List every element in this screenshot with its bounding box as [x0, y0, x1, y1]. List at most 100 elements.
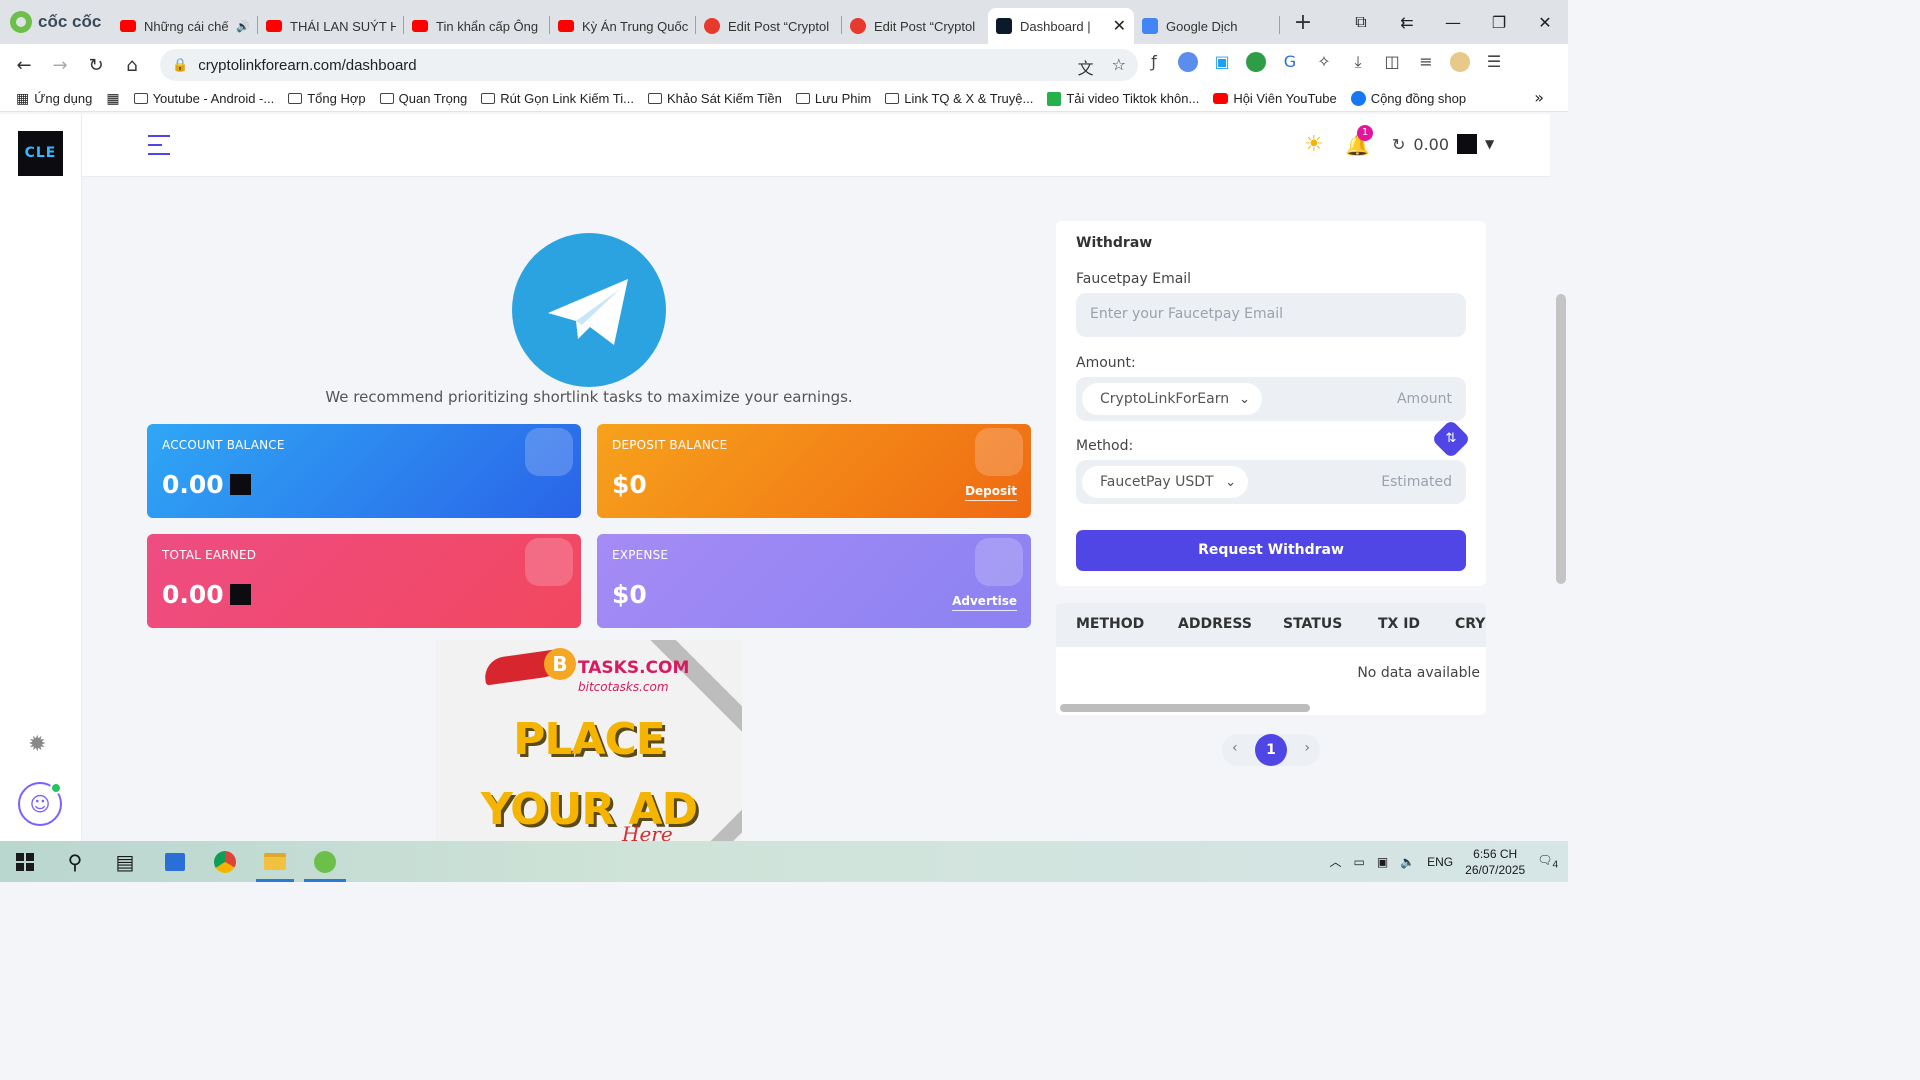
notification-center-icon[interactable]: 🗨4 — [1537, 853, 1558, 870]
tab-6[interactable]: Edit Post “Cryptol — [842, 8, 988, 44]
profile-avatar[interactable] — [1450, 52, 1470, 72]
network-icon[interactable]: ▣ — [1377, 855, 1388, 869]
bell-icon[interactable]: 🔔 1 — [1345, 125, 1373, 157]
deposit-link[interactable]: Deposit — [965, 484, 1017, 501]
bookmark-folder[interactable]: Link TQ & X & Truyệ... — [885, 91, 1033, 106]
refresh-icon[interactable]: ↻ — [1392, 135, 1405, 154]
back-icon[interactable]: ← — [6, 55, 42, 76]
split-view-icon[interactable]: ◫ — [1382, 52, 1402, 72]
folder-icon — [481, 93, 496, 104]
bookmark-tiktok[interactable]: Tải video Tiktok khôn... — [1047, 91, 1199, 106]
battery-icon[interactable]: ▭ — [1353, 855, 1364, 869]
bookmark-folder[interactable]: Rút Gọn Link Kiếm Ti... — [481, 91, 634, 106]
currency-select[interactable]: CryptoLinkForEarn ⌄ — [1082, 383, 1262, 415]
tab-4[interactable]: Kỳ Án Trung Quốc — [550, 8, 696, 44]
search-icon[interactable]: ⚲ — [50, 841, 100, 882]
request-withdraw-button[interactable]: Request Withdraw — [1076, 530, 1466, 571]
bookmark-apps[interactable]: ▦ Ứng dụng — [16, 90, 92, 107]
restore-icon[interactable]: ❐ — [1476, 13, 1522, 32]
media-icon[interactable]: ≡ — [1416, 52, 1436, 72]
extension-icon[interactable]: ▣ — [1212, 52, 1232, 72]
bookmark-folder[interactable]: Youtube - Android -... — [133, 91, 274, 106]
translate-icon[interactable]: 文 — [1078, 55, 1094, 79]
column-header[interactable]: ADDRESS — [1178, 616, 1252, 632]
folder-icon — [647, 93, 662, 104]
minimize-icon[interactable]: — — [1430, 13, 1476, 32]
balance-dropdown[interactable]: ↻ 0.00 ▼ — [1392, 134, 1494, 154]
bookmark-folder[interactable]: Tổng Hợp — [288, 91, 366, 106]
chevron-up-icon[interactable]: ︿ — [1329, 853, 1341, 870]
chevron-down-icon: ⌄ — [1225, 474, 1236, 490]
current-page[interactable]: 1 — [1255, 734, 1287, 766]
bookmark-star-icon[interactable]: ☆ — [1112, 55, 1126, 79]
column-header[interactable]: METHOD — [1076, 616, 1144, 632]
tab-dashboard[interactable]: Dashboard | ✕ — [988, 8, 1134, 44]
next-page-icon[interactable]: › — [1304, 740, 1310, 756]
page-scrollbar[interactable] — [1556, 294, 1566, 584]
site-logo[interactable]: CLE — [18, 131, 63, 176]
volume-icon[interactable]: 🔈 — [1400, 855, 1415, 869]
tab-search-icon[interactable]: ⧉ — [1338, 12, 1384, 32]
ad-banner[interactable]: B TASKS.COM bitcotasks.com PLACE YOUR AD… — [436, 640, 742, 841]
advertise-link[interactable]: Advertise — [952, 594, 1017, 611]
amount-input[interactable]: Amount — [1397, 391, 1452, 407]
hamburger-menu-icon[interactable] — [148, 135, 170, 155]
start-button[interactable] — [0, 841, 50, 882]
extension-icon[interactable] — [1246, 52, 1266, 72]
close-window-icon[interactable]: ✕ — [1522, 13, 1568, 32]
extension-icon[interactable]: ƒ — [1144, 52, 1164, 72]
close-tab-icon[interactable]: ✕ — [1113, 16, 1126, 36]
extension-icon[interactable] — [1178, 52, 1198, 72]
youtube-icon — [558, 20, 574, 32]
history-back-icon[interactable]: ⇇ — [1384, 13, 1430, 32]
extension-icon[interactable]: G — [1280, 52, 1300, 72]
speaker-icon[interactable]: 🔊 — [236, 20, 250, 33]
new-tab-button[interactable]: + — [1288, 10, 1318, 35]
column-header[interactable]: STATUS — [1283, 616, 1342, 632]
tab-3[interactable]: Tin khẩn cấp Ông — [404, 8, 550, 44]
ad-headline-line1: PLACE — [513, 714, 666, 765]
puzzle-icon[interactable]: ✧ — [1314, 52, 1334, 72]
swap-icon[interactable]: ⇅ — [1431, 419, 1471, 459]
column-header[interactable]: CRYI — [1455, 616, 1486, 632]
bookmark-youtube[interactable]: Hội Viên YouTube — [1213, 91, 1337, 106]
bookmark-folder[interactable]: Khảo Sát Kiếm Tiền — [647, 91, 782, 106]
column-header[interactable]: TX ID — [1378, 616, 1420, 632]
coccoc-taskbar-icon[interactable] — [300, 841, 350, 882]
prev-page-icon[interactable]: ‹ — [1232, 740, 1238, 756]
table-scrollbar[interactable] — [1060, 704, 1310, 712]
reload-icon[interactable]: ↻ — [78, 55, 114, 76]
language-indicator[interactable]: ENG — [1427, 855, 1453, 869]
telegram-icon[interactable] — [512, 233, 666, 387]
download-icon[interactable]: ⤓ — [1348, 52, 1368, 72]
clock-date: 26/07/2025 — [1465, 862, 1526, 877]
bookmark-grid[interactable]: ▦ — [106, 90, 119, 107]
file-explorer-icon[interactable] — [250, 841, 300, 882]
lock-icon[interactable]: 🔒 — [172, 58, 188, 73]
tab-2[interactable]: THÁI LAN SUÝT HỦ — [258, 8, 404, 44]
facebook-icon — [1350, 91, 1366, 106]
bookmark-folder[interactable]: Quan Trọng — [379, 91, 467, 106]
store-icon[interactable] — [150, 841, 200, 882]
tab-1[interactable]: Những cái chế 🔊 — [112, 8, 258, 44]
task-view-icon[interactable]: ▤ — [100, 841, 150, 882]
forward-icon[interactable]: → — [42, 55, 78, 76]
support-avatar[interactable]: ☺ — [18, 782, 62, 826]
bookmark-folder[interactable]: Lưu Phim — [795, 91, 871, 106]
chrome-icon[interactable] — [200, 841, 250, 882]
method-select[interactable]: FaucetPay USDT ⌄ — [1082, 466, 1248, 498]
settings-gear-icon[interactable]: ✹ — [28, 732, 46, 757]
bookmark-facebook[interactable]: Cộng đồng shop — [1350, 91, 1466, 106]
tab-google-translate[interactable]: Google Dịch — [1134, 8, 1280, 44]
more-bookmarks-icon[interactable]: » — [1534, 88, 1544, 107]
url-text[interactable]: cryptolinkforearn.com/dashboard — [198, 57, 416, 74]
clock[interactable]: 6:56 CH 26/07/2025 — [1465, 846, 1525, 878]
address-bar[interactable]: 🔒 cryptolinkforearn.com/dashboard 文 ☆ — [160, 49, 1138, 81]
theme-sun-icon[interactable]: ☀ — [1304, 132, 1324, 157]
faucetpay-email-input[interactable]: Enter your Faucetpay Email — [1076, 293, 1466, 337]
tab-5[interactable]: Edit Post “Cryptol — [696, 8, 842, 44]
menu-icon[interactable]: ☰ — [1484, 52, 1504, 72]
browser-brand[interactable]: cốc cốc — [0, 0, 112, 44]
home-icon[interactable]: ⌂ — [114, 55, 150, 76]
chevron-down-icon[interactable]: ▼ — [1485, 137, 1494, 151]
